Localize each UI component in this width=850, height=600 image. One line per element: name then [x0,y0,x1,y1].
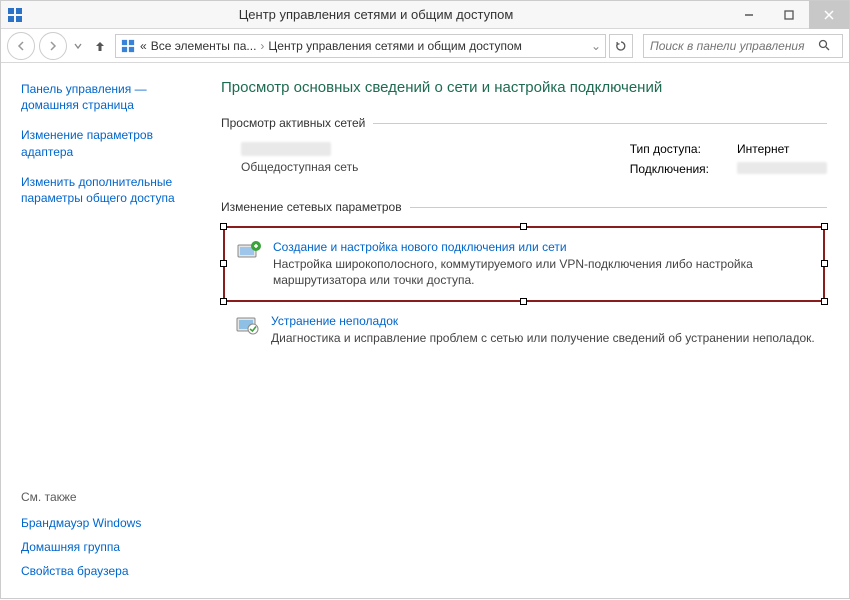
search-icon[interactable] [818,39,842,52]
selection-highlight: Создание и настройка нового подключения … [223,226,825,302]
see-also-homegroup[interactable]: Домашняя группа [21,540,199,554]
see-also-firewall[interactable]: Брандмауэр Windows [21,516,199,530]
breadcrumb-prefix: « [140,39,147,53]
selection-handle[interactable] [220,223,227,230]
section-active-networks-label: Просмотр активных сетей [221,116,365,130]
see-also-browser[interactable]: Свойства браузера [21,564,199,578]
window-title: Центр управления сетями и общим доступом [23,7,729,22]
up-button[interactable] [89,35,111,57]
section-active-networks: Просмотр активных сетей [221,116,827,130]
minimize-button[interactable] [729,1,769,29]
app-icon [7,7,23,23]
option-troubleshoot-title[interactable]: Устранение неполадок [271,314,815,328]
divider [373,123,827,124]
breadcrumb-icon [120,38,136,54]
breadcrumb-item-1[interactable]: Все элементы па... [151,39,257,53]
search-box[interactable] [643,34,843,58]
search-input[interactable] [644,39,818,53]
divider [410,207,827,208]
option-new-connection-title[interactable]: Создание и настройка нового подключения … [273,240,813,254]
titlebar: Центр управления сетями и общим доступом [1,1,849,29]
window-buttons [729,1,849,29]
selection-handle[interactable] [520,223,527,230]
troubleshoot-icon [233,314,261,342]
active-network-row: Общедоступная сеть Тип доступа: Интернет… [241,142,827,176]
see-also-heading: См. также [21,490,199,504]
network-name-redacted [241,142,331,156]
close-button[interactable] [809,1,849,29]
network-type: Общедоступная сеть [241,160,630,174]
option-new-connection[interactable]: Создание и настройка нового подключения … [235,236,813,292]
maximize-button[interactable] [769,1,809,29]
sidebar-item-sharing[interactable]: Изменить дополнительные параметры общего… [21,174,199,206]
option-new-connection-desc: Настройка широкополосного, коммутируемог… [273,256,813,288]
selection-handle[interactable] [821,260,828,267]
history-dropdown[interactable] [71,42,85,50]
sidebar-item-adapter[interactable]: Изменение параметров адаптера [21,127,199,159]
main-content: Просмотр основных сведений о сети и наст… [211,63,849,600]
refresh-button[interactable] [609,34,633,58]
section-network-settings-label: Изменение сетевых параметров [221,200,402,214]
page-heading: Просмотр основных сведений о сети и наст… [221,79,827,96]
back-button[interactable] [7,32,35,60]
option-troubleshoot[interactable]: Устранение неполадок Диагностика и испра… [221,310,827,350]
breadcrumb-item-2[interactable]: Центр управления сетями и общим доступом [268,39,522,53]
selection-handle[interactable] [821,298,828,305]
chevron-down-icon[interactable]: ⌄ [591,39,601,53]
toolbar: « Все элементы па... › Центр управления … [1,29,849,63]
selection-handle[interactable] [520,298,527,305]
new-connection-icon [235,240,263,268]
breadcrumb[interactable]: « Все элементы па... › Центр управления … [115,34,606,58]
sidebar-item-home[interactable]: Панель управления — домашняя страница [21,81,199,113]
selection-handle[interactable] [220,298,227,305]
access-label: Тип доступа: [630,142,709,156]
connections-label: Подключения: [630,162,709,176]
sidebar: Панель управления — домашняя страница Из… [1,63,211,600]
selection-handle[interactable] [220,260,227,267]
connection-value-redacted [737,162,827,174]
forward-button[interactable] [39,32,67,60]
option-troubleshoot-desc: Диагностика и исправление проблем с сеть… [271,330,815,346]
access-value: Интернет [737,142,827,156]
chevron-right-icon: › [260,39,264,53]
section-network-settings: Изменение сетевых параметров [221,200,827,214]
selection-handle[interactable] [821,223,828,230]
